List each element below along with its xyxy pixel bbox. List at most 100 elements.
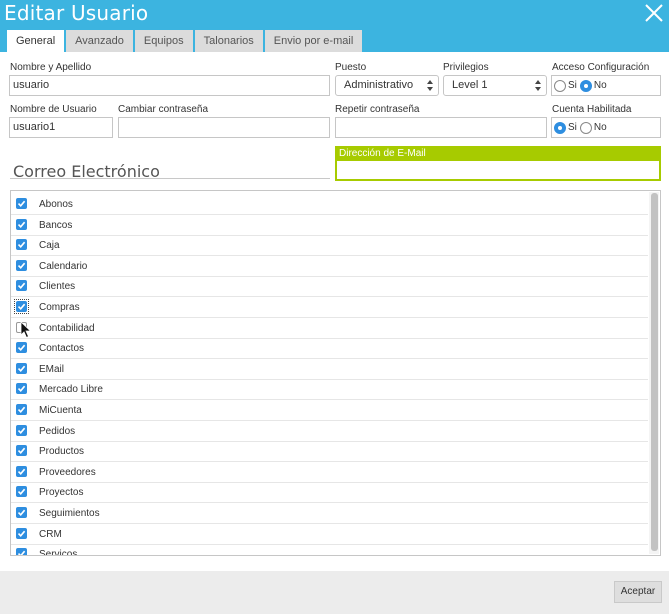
nombre-usuario-input[interactable]: usuario1 [9, 117, 113, 138]
acceso-config-no-radio[interactable]: No [579, 79, 607, 92]
module-row[interactable]: Mercado Libre [11, 380, 648, 401]
cuenta-habilitada-si-radio[interactable]: Si [554, 121, 577, 134]
email-input[interactable] [337, 161, 659, 179]
module-label: Compras [39, 302, 80, 313]
module-row[interactable]: Proyectos [11, 483, 648, 504]
checkbox-checked-icon[interactable] [16, 259, 27, 271]
checkbox-checked-icon[interactable] [16, 362, 27, 374]
radio-off-icon [554, 79, 566, 92]
puesto-select[interactable]: Administrativo [335, 75, 439, 96]
acceso-config-si-radio[interactable]: Si [554, 79, 577, 92]
checkbox-checked-icon[interactable] [16, 548, 27, 555]
checkbox-checked-icon[interactable] [16, 445, 27, 457]
module-row[interactable]: Compras [11, 298, 648, 318]
checkbox-checked-icon[interactable] [16, 486, 27, 498]
select-arrows-icon [535, 80, 541, 91]
modules-list[interactable]: Abonos Bancos Caja Calendario Clientes Compra… [10, 190, 661, 556]
puesto-label: Puesto [335, 62, 367, 73]
checkbox-checked-icon[interactable] [16, 239, 27, 251]
accept-button[interactable]: Aceptar [614, 581, 662, 603]
checkbox-checked-icon[interactable] [16, 404, 27, 415]
tab-general[interactable]: General [7, 30, 65, 52]
module-label: MiCuenta [39, 405, 82, 416]
checkbox-checked-icon[interactable] [16, 424, 27, 436]
module-label: Contabilidad [39, 322, 95, 334]
checkbox-checked-icon[interactable] [16, 527, 27, 539]
module-row[interactable]: Seguimientos [11, 504, 648, 524]
radio-label: No [593, 122, 607, 133]
puesto-value: Administrativo [344, 79, 414, 91]
tab-avanzado[interactable]: Avanzado [66, 30, 133, 52]
dialog-footer: Aceptar [0, 571, 669, 614]
module-row[interactable]: Contabilidad [11, 319, 648, 339]
close-icon[interactable] [643, 2, 665, 24]
module-label: Clientes [39, 281, 76, 293]
module-label: Mercado Libre [39, 384, 103, 396]
module-label: Calendario [39, 260, 88, 272]
module-label: CRM [39, 528, 62, 540]
radio-label: Si [568, 122, 577, 133]
list-scrollbar[interactable] [649, 192, 659, 554]
cuenta-habilitada-label: Cuenta Habilitada [552, 104, 632, 115]
module-row[interactable]: Proveedores [11, 463, 648, 483]
privilegios-select[interactable]: Level 1 [443, 75, 547, 96]
checkbox-checked-icon[interactable] [16, 280, 27, 292]
privilegios-label: Privilegios [443, 62, 489, 73]
radio-on-icon [579, 79, 592, 92]
module-row[interactable]: Calendario [11, 257, 648, 277]
tab-equipos[interactable]: Equipos [134, 30, 193, 52]
cuenta-habilitada-no-radio[interactable]: No [579, 121, 607, 134]
module-row[interactable]: Abonos [11, 195, 648, 215]
window-titlebar: Editar Usuario General Avanzado Equipos … [0, 0, 669, 52]
module-row[interactable]: Clientes [11, 277, 648, 298]
module-label: EMail [39, 363, 65, 375]
module-row[interactable]: MiCuenta [11, 401, 648, 421]
module-label: Productos [39, 446, 85, 458]
checkbox-checked-icon[interactable] [16, 218, 27, 230]
module-row[interactable]: Pedidos [11, 422, 648, 442]
module-row[interactable]: EMail [11, 360, 648, 380]
module-row[interactable]: Bancos [11, 216, 648, 236]
cuenta-habilitada-radio-group: Si No [551, 117, 661, 138]
radio-off-icon [579, 121, 592, 134]
module-label: Contactos [39, 343, 85, 355]
radio-label: No [593, 80, 607, 91]
module-row[interactable]: Productos [11, 442, 648, 463]
scrollbar-thumb[interactable] [651, 193, 658, 551]
module-row[interactable]: Servicos [11, 545, 648, 556]
repetir-pass-label: Repetir contraseña [335, 104, 420, 115]
tab-bar: General Avanzado Equipos Talonarios Envi… [7, 30, 364, 52]
radio-label: Si [568, 80, 577, 91]
module-row[interactable]: CRM [11, 525, 648, 545]
nombre-apellido-input[interactable]: usuario [9, 75, 330, 96]
select-arrows-icon [427, 80, 433, 91]
tab-envio-email[interactable]: Envio por e-mail [264, 30, 363, 52]
module-label: Seguimientos [39, 508, 100, 519]
module-label: Servicos [39, 549, 78, 556]
cambiar-pass-input[interactable] [118, 117, 330, 138]
acceso-config-radio-group: Si No [551, 75, 661, 96]
checkbox-checked-icon[interactable] [16, 383, 27, 395]
tab-talonarios[interactable]: Talonarios [194, 30, 263, 52]
module-label: Caja [39, 240, 60, 252]
window-title: Editar Usuario [4, 1, 149, 25]
repetir-pass-input[interactable] [335, 117, 547, 138]
module-label: Abonos [39, 199, 73, 210]
module-label: Proveedores [39, 466, 96, 478]
checkbox-checked-icon[interactable] [16, 465, 27, 477]
nombre-usuario-label: Nombre de Usuario [10, 104, 97, 115]
checkbox-checked-icon[interactable] [16, 342, 27, 354]
privilegios-value: Level 1 [452, 79, 488, 91]
module-label: Bancos [39, 219, 73, 231]
checkbox-checked-icon[interactable] [16, 507, 27, 518]
cambiar-pass-label: Cambiar contraseña [118, 104, 209, 115]
nombre-apellido-label: Nombre y Apellido [10, 62, 92, 73]
module-label: Proyectos [39, 487, 84, 499]
checkbox-checked-icon[interactable] [16, 198, 27, 209]
section-divider [10, 178, 330, 179]
radio-on-icon [554, 121, 566, 134]
module-row[interactable]: Caja [11, 236, 648, 257]
acceso-config-label: Acceso Configuración [552, 62, 650, 73]
email-field-label: Dirección de E-Mail [339, 148, 426, 159]
module-row[interactable]: Contactos [11, 339, 648, 360]
